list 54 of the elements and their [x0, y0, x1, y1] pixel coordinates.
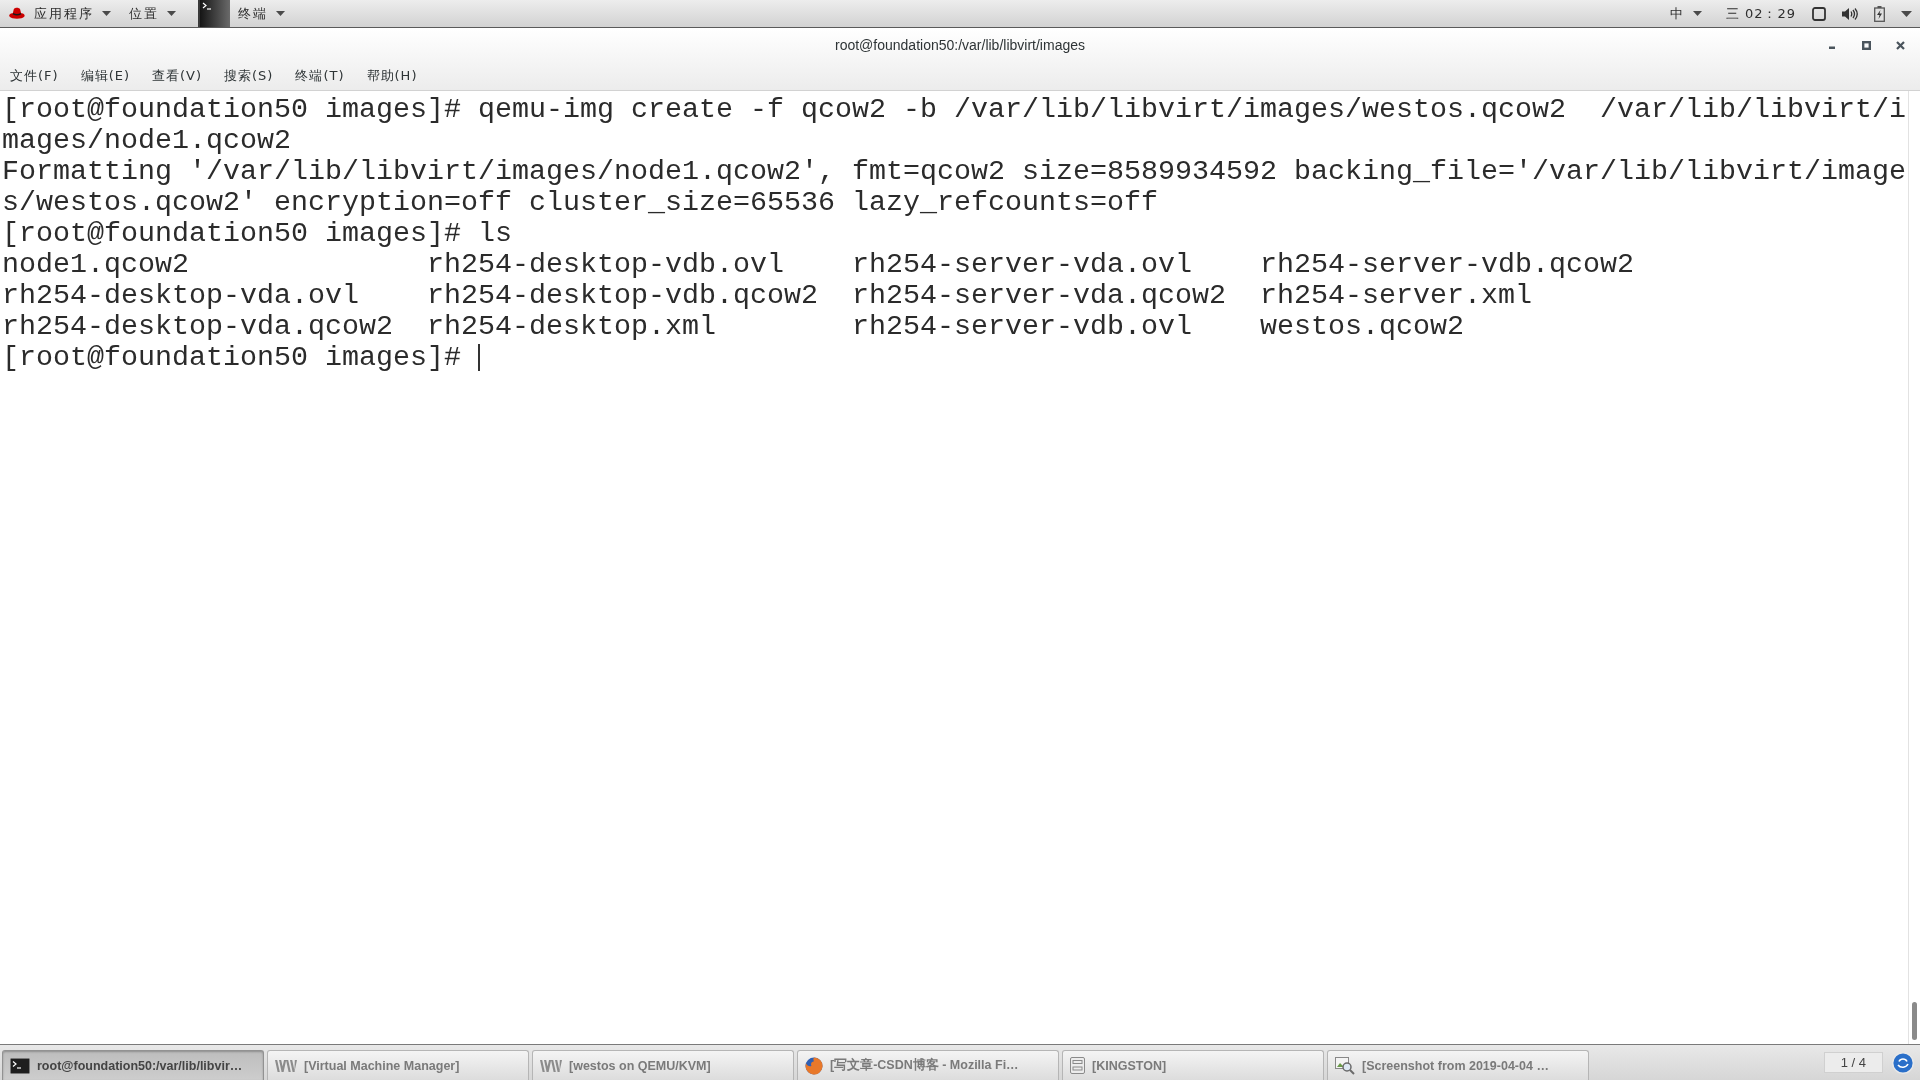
caret-icon	[1692, 11, 1702, 16]
file-name: rh254-server-vda.ovl	[851, 249, 1192, 280]
caret-icon	[102, 11, 111, 16]
image-magnifier-icon	[1335, 1056, 1355, 1075]
taskbar-button[interactable]: root@foundation50:/var/lib/libvir…	[2, 1050, 264, 1080]
top-bar-menu[interactable]: 应用程序	[2, 0, 119, 27]
file-name: rh254-desktop-vda.ovl	[2, 280, 359, 311]
menu-item[interactable]: 帮助(H)	[358, 64, 426, 88]
menu-item[interactable]: 终端(T)	[287, 64, 353, 88]
hat-icon	[8, 6, 26, 21]
caret-icon[interactable]	[1901, 10, 1912, 17]
striped-logo-icon	[540, 1059, 562, 1072]
command-line: [root@foundation50 images]# ls	[2, 218, 512, 249]
top-bar-menu[interactable]: 终端	[198, 0, 293, 27]
taskbar-button[interactable]: [Virtual Machine Manager]	[267, 1050, 529, 1080]
menu-item[interactable]: 编辑(E)	[72, 64, 138, 88]
file-name: rh254-server-vda.qcow2	[851, 280, 1226, 311]
input-method-menu[interactable]: 中	[1663, 0, 1710, 27]
file-name: rh254-desktop-vdb.ovl	[427, 249, 784, 280]
file-name: rh254-desktop-vda.qcow2	[2, 311, 393, 342]
close-icon	[1895, 40, 1905, 50]
clock[interactable]: 三 02：29	[1725, 0, 1796, 27]
command-line: [root@foundation50 images]# qemu-img create -f qcow2 -b /var/lib/libvirt/images/westos.qcow2 /var/lib/libvirt/images/node1.qcow2	[2, 94, 1906, 156]
file-name: node1.qcow2	[2, 249, 189, 280]
battery-icon[interactable]	[1874, 5, 1885, 22]
window-icon[interactable]	[1812, 6, 1826, 21]
terminal-icon	[10, 1057, 30, 1074]
menu-item[interactable]: 搜索(S)	[216, 64, 282, 88]
scrollbar[interactable]	[1908, 91, 1920, 1044]
taskbar-button[interactable]: [写文章-CSDN博客 - Mozilla Fi…	[797, 1050, 1059, 1080]
maximize-icon	[1861, 40, 1871, 50]
terminal-icon	[200, 0, 230, 27]
file-name: westos.qcow2	[1259, 311, 1464, 342]
drive-icon	[1070, 1057, 1085, 1074]
browser-globe-icon	[805, 1056, 823, 1075]
file-name: rh254-server-vdb.ovl	[851, 311, 1192, 342]
caret-icon	[276, 11, 285, 16]
file-name: rh254-desktop-vdb.qcow2	[427, 280, 818, 311]
menu-item[interactable]: 文件(F)	[2, 64, 67, 88]
file-name: rh254-server-vdb.qcow2	[1259, 249, 1634, 280]
workspace-indicator[interactable]: 1 / 4	[1823, 1052, 1883, 1073]
caret-icon	[167, 11, 176, 16]
window-title: root@foundation50:/var/lib/libvirt/images	[835, 37, 1085, 53]
command-line: [root@foundation50 images]#	[2, 342, 461, 373]
output-text: Formatting '/var/lib/libvirt/images/node1.qcow2', fmt=qcow2 size=8589934592 backing_file='/var/lib/libvirt/images/westos.qcow2' encryption=off cluster_size=65536 lazy_refcounts=off	[2, 156, 1906, 218]
taskbar-button[interactable]: [KINGSTON]	[1062, 1050, 1324, 1080]
striped-logo-icon	[275, 1059, 297, 1072]
taskbar-button[interactable]: [Screenshot from 2019-04-04 …	[1327, 1050, 1589, 1080]
message-tray-icon[interactable]	[1892, 1051, 1914, 1074]
file-name: rh254-desktop.xml	[427, 311, 716, 342]
top-bar-menu[interactable]: 位置	[123, 0, 184, 27]
volume-icon[interactable]	[1842, 6, 1858, 21]
file-name: rh254-server.xml	[1259, 280, 1532, 311]
menu-item[interactable]: 查看(V)	[144, 64, 211, 88]
